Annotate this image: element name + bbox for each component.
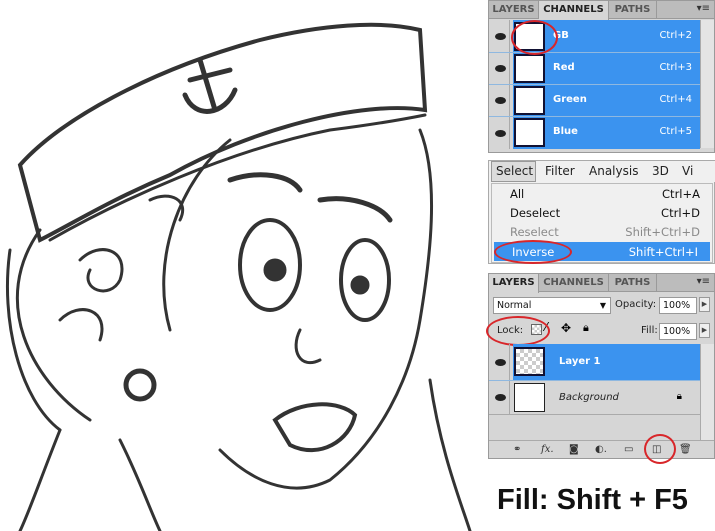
- menu-select[interactable]: Select: [491, 161, 536, 182]
- caption: Fill: Shift + F5: [497, 484, 688, 516]
- layer-thumbnail: [514, 347, 545, 376]
- layer-thumbnail: [514, 383, 545, 412]
- channel-thumbnail: [514, 54, 545, 83]
- menubar: Select Filter Analysis 3D Vi: [489, 161, 715, 182]
- select-menu: Select Filter Analysis 3D Vi All Ctrl+A D…: [488, 160, 715, 264]
- mask-icon[interactable]: ◙: [569, 444, 579, 455]
- menu-item-reselect[interactable]: Reselect Shift+Ctrl+D: [492, 222, 712, 241]
- eye-icon[interactable]: [492, 20, 510, 52]
- menu-analysis[interactable]: Analysis: [589, 164, 638, 178]
- layer-row-background[interactable]: Background 🔒︎: [489, 381, 700, 415]
- menu-filter[interactable]: Filter: [545, 164, 575, 178]
- eye-icon[interactable]: [492, 381, 510, 414]
- tab-channels[interactable]: CHANNELS: [539, 1, 609, 20]
- menu-item-shortcut: Ctrl+A: [662, 187, 700, 201]
- channels-panel: LAYERS CHANNELS PATHS ▾≡ GB Ctrl+2 Red C…: [488, 0, 715, 153]
- layer-row-layer1[interactable]: Layer 1: [489, 344, 700, 381]
- menu-item-deselect[interactable]: Deselect Ctrl+D: [492, 203, 712, 222]
- channel-shortcut: Ctrl+2: [659, 30, 692, 41]
- menu-item-shortcut: Shift+Ctrl+I: [628, 245, 698, 259]
- tab-paths[interactable]: PATHS: [609, 1, 657, 19]
- fill-input[interactable]: 100%: [659, 323, 697, 340]
- opacity-slider-button[interactable]: ▶: [699, 297, 710, 312]
- channel-shortcut: Ctrl+3: [659, 62, 692, 73]
- menu-item-label: Deselect: [510, 206, 561, 220]
- menu-item-shortcut: Shift+Ctrl+D: [625, 225, 700, 239]
- panel-menu-icon[interactable]: ▾≡: [697, 276, 710, 287]
- menu-view[interactable]: Vi: [682, 164, 693, 178]
- menu-item-all[interactable]: All Ctrl+A: [492, 184, 712, 203]
- channels-tabs: LAYERS CHANNELS PATHS ▾≡: [489, 1, 714, 20]
- lock-icon: 🔒︎: [676, 391, 682, 402]
- layer-name: Background: [559, 392, 619, 403]
- annotation-circle: [644, 434, 676, 464]
- lock-position-icon[interactable]: ✥: [561, 321, 571, 335]
- folder-icon[interactable]: ▭: [624, 444, 633, 455]
- opacity-label: Opacity:: [615, 299, 657, 310]
- channel-shortcut: Ctrl+4: [659, 94, 692, 105]
- eye-icon[interactable]: [492, 85, 510, 116]
- channel-thumbnail: [514, 118, 545, 147]
- fill-slider-button[interactable]: ▶: [699, 323, 710, 338]
- annotation-circle: [511, 20, 558, 55]
- menu-item-shortcut: Ctrl+D: [661, 206, 700, 220]
- channel-name: Green: [553, 94, 587, 105]
- panel-menu-icon[interactable]: ▾≡: [697, 3, 710, 14]
- menu-item-label: Reselect: [510, 225, 559, 239]
- channel-shortcut: Ctrl+5: [659, 126, 692, 137]
- eye-icon[interactable]: [492, 117, 510, 149]
- menu-item-label: All: [510, 187, 525, 201]
- lock-all-icon[interactable]: 🔒︎: [583, 321, 589, 335]
- channel-name: Red: [553, 62, 575, 73]
- adjustment-icon[interactable]: ◐.: [595, 444, 607, 455]
- layer-name: Layer 1: [559, 356, 601, 367]
- opacity-input[interactable]: 100%: [659, 297, 697, 314]
- tab-layers[interactable]: LAYERS: [489, 274, 539, 293]
- fill-label: Fill:: [641, 325, 658, 336]
- annotation-circle: [494, 240, 572, 264]
- scrollbar[interactable]: [700, 344, 714, 440]
- eye-icon[interactable]: [492, 344, 510, 380]
- layers-panel: LAYERS CHANNELS PATHS ▾≡ Normal ▼ Opacity…: [486, 273, 715, 464]
- tab-paths[interactable]: PATHS: [609, 274, 657, 292]
- tab-layers[interactable]: LAYERS: [489, 1, 539, 19]
- channel-row-blue[interactable]: Blue Ctrl+5: [489, 117, 700, 149]
- scrollbar[interactable]: [700, 20, 714, 148]
- channel-row-green[interactable]: Green Ctrl+4: [489, 85, 700, 117]
- link-icon[interactable]: ⚭: [513, 444, 521, 455]
- layers-tabs: LAYERS CHANNELS PATHS ▾≡: [489, 274, 714, 293]
- layers-footer: ⚭ fx. ◙ ◐. ▭ ◫ 🗑︎: [489, 434, 714, 464]
- trash-icon[interactable]: 🗑︎: [679, 444, 692, 455]
- fx-icon[interactable]: fx.: [541, 444, 554, 455]
- blend-mode-select[interactable]: Normal ▼: [493, 297, 611, 314]
- select-dropdown: All Ctrl+A Deselect Ctrl+D Reselect Shift+C…: [491, 183, 713, 264]
- eye-icon[interactable]: [492, 53, 510, 84]
- channel-row-red[interactable]: Red Ctrl+3: [489, 53, 700, 85]
- tab-channels[interactable]: CHANNELS: [539, 274, 609, 292]
- channel-name: Blue: [553, 126, 578, 137]
- sketch-illustration: [6, 22, 472, 531]
- annotation-circle: [486, 316, 550, 346]
- channel-thumbnail: [514, 86, 545, 115]
- menu-3d[interactable]: 3D: [652, 164, 669, 178]
